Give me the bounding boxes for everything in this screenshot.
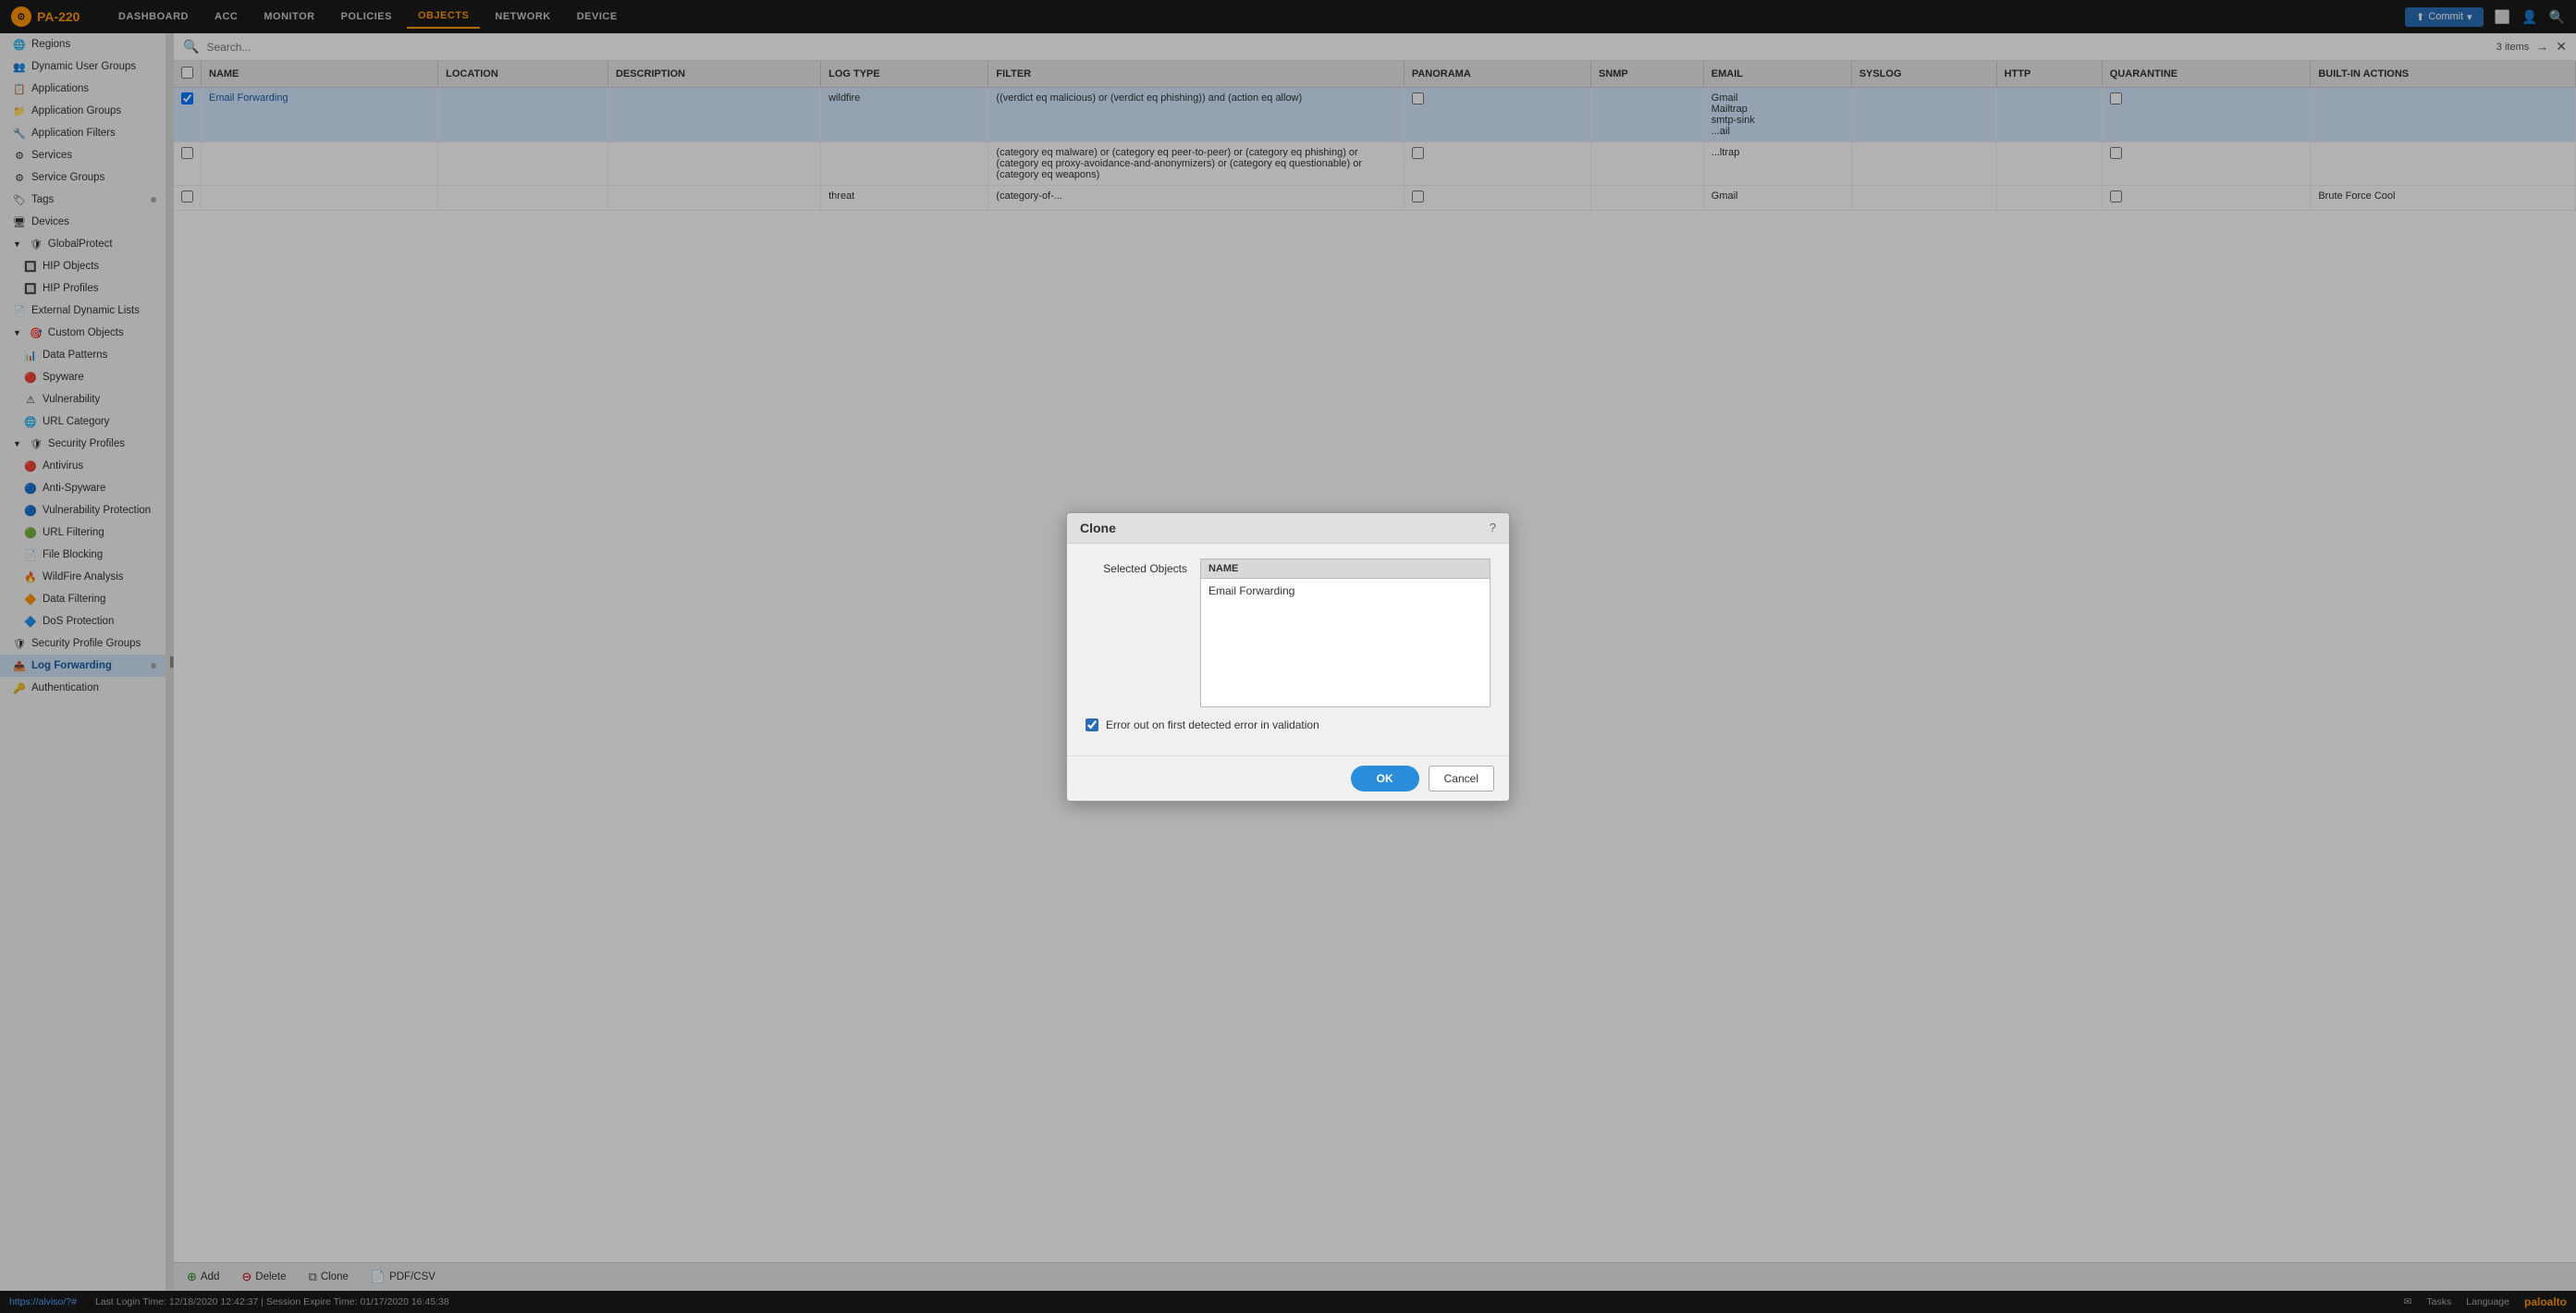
modal-body: Selected Objects NAME Email Forwarding E…: [1067, 544, 1509, 755]
modal-table-content: Email Forwarding: [1200, 578, 1490, 707]
error-checkbox-label[interactable]: Error out on first detected error in val…: [1106, 718, 1319, 731]
modal-checkbox-row: Error out on first detected error in val…: [1086, 718, 1490, 731]
error-checkbox[interactable]: [1086, 718, 1098, 731]
modal-title: Clone: [1080, 521, 1116, 535]
modal-help-icon[interactable]: ?: [1490, 521, 1496, 534]
cancel-button[interactable]: Cancel: [1429, 766, 1494, 791]
modal-header: Clone ?: [1067, 513, 1509, 544]
modal-selected-row: Selected Objects NAME Email Forwarding: [1086, 558, 1490, 707]
clone-modal: Clone ? Selected Objects NAME Email Forw…: [1066, 512, 1510, 802]
modal-table-area: NAME Email Forwarding: [1200, 558, 1490, 707]
modal-item-email-forwarding: Email Forwarding: [1208, 583, 1482, 599]
ok-button[interactable]: OK: [1351, 766, 1419, 791]
modal-name-header: NAME: [1200, 558, 1490, 578]
modal-footer: OK Cancel: [1067, 755, 1509, 801]
selected-objects-label: Selected Objects: [1086, 558, 1187, 575]
modal-overlay: Clone ? Selected Objects NAME Email Forw…: [0, 0, 2576, 1313]
